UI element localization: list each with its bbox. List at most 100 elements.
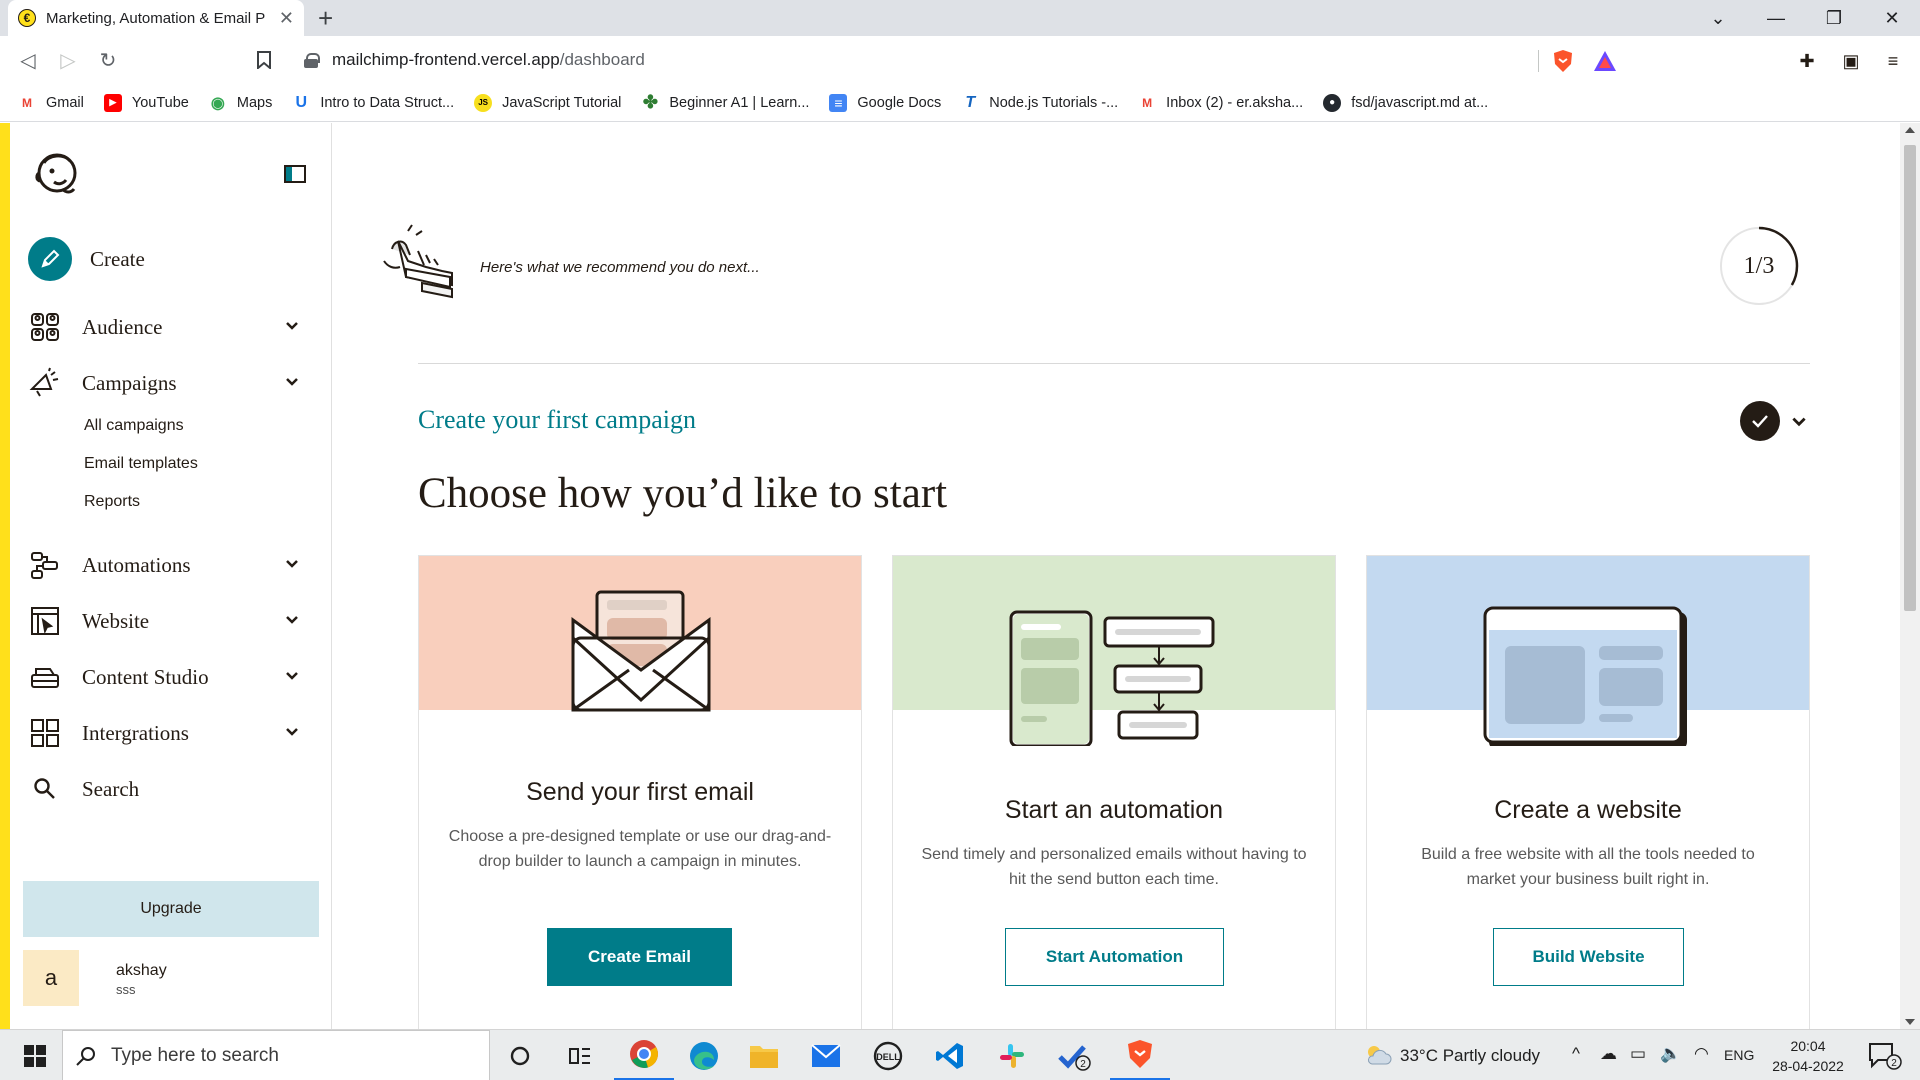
chevron-down-icon[interactable]	[284, 318, 300, 334]
browser-toolbar: ◁ ▷ ↻ mailchimp-frontend.vercel.app /das…	[0, 36, 1920, 84]
collapse-sidebar-icon[interactable]	[284, 165, 306, 183]
edge-taskbar-icon[interactable]	[674, 1030, 734, 1080]
restore-button[interactable]: ❐	[1806, 0, 1862, 36]
chevron-down-icon[interactable]	[1790, 413, 1808, 431]
scrollbar-thumb[interactable]	[1904, 145, 1916, 611]
sidebar-item-campaigns[interactable]: Campaigns	[28, 361, 318, 405]
gmail-icon: M	[1142, 95, 1153, 110]
bookmark-beginner[interactable]: ✤ Beginner A1 | Learn...	[641, 92, 810, 112]
brave-rewards-icon[interactable]	[1592, 48, 1618, 74]
bookmark-google-docs[interactable]: ≡ Google Docs	[829, 93, 941, 112]
bookmark-maps[interactable]: ◉ Maps	[209, 94, 272, 112]
url-path: /dashboard	[559, 50, 645, 69]
chevron-up-icon[interactable]: ^	[1572, 1044, 1580, 1064]
notification-count: 2	[1891, 1058, 1897, 1069]
chevron-down-icon[interactable]	[284, 724, 300, 740]
windows-taskbar: Type here to search DELL 2 33°C Partly c…	[0, 1029, 1920, 1080]
sidebar-item-search[interactable]: Search	[28, 767, 318, 811]
sidebar-sub-all-campaigns[interactable]: All campaigns	[84, 417, 184, 435]
search-icon	[28, 772, 62, 806]
forward-icon[interactable]: ▷	[52, 44, 84, 76]
udemy-icon: U	[295, 93, 308, 111]
sidebar-item-website[interactable]: Website	[28, 599, 318, 643]
avatar[interactable]: a	[23, 950, 79, 1006]
volume-icon[interactable]: 🔈	[1660, 1044, 1681, 1064]
windows-start-icon[interactable]	[10, 1030, 60, 1080]
youtube-icon: ▶	[103, 93, 122, 112]
start-automation-button[interactable]: Start Automation	[1005, 928, 1224, 986]
mail-icon[interactable]	[796, 1030, 856, 1080]
address-bar[interactable]: mailchimp-frontend.vercel.app /dashboard	[296, 44, 1582, 76]
card-description: Build a free website with all the tools …	[1421, 846, 1755, 888]
bookmark-js-tutorial[interactable]: JS JavaScript Tutorial	[474, 93, 621, 112]
create-email-button[interactable]: Create Email	[547, 928, 732, 986]
file-explorer-icon[interactable]	[734, 1030, 794, 1080]
taskbar-search-placeholder: Type here to search	[111, 1044, 279, 1066]
browser-tab[interactable]: € Marketing, Automation & Email P ✕	[8, 0, 304, 36]
scroll-up-icon[interactable]	[1905, 127, 1915, 133]
onedrive-icon[interactable]: ☁	[1600, 1044, 1617, 1064]
bookmark-icon[interactable]	[248, 44, 280, 76]
notifications-icon[interactable]: 2	[1868, 1042, 1902, 1070]
clock[interactable]: 20:04 28-04-2022	[1758, 1036, 1858, 1076]
chevron-down-icon[interactable]	[284, 612, 300, 628]
extensions-icon[interactable]: ✚	[1794, 48, 1820, 74]
minimize-button[interactable]: —	[1748, 0, 1804, 36]
todo-icon[interactable]: 2	[1044, 1030, 1104, 1080]
brave-shield-icon[interactable]	[1550, 48, 1576, 74]
taskbar-search-input[interactable]: Type here to search	[62, 1030, 490, 1080]
pencil-icon	[28, 237, 72, 281]
automation-flow-icon	[1009, 610, 1215, 746]
bookmark-nodejs[interactable]: T Node.js Tutorials -...	[961, 94, 1118, 112]
maps-icon: ◉	[210, 94, 225, 112]
close-window-button[interactable]: ✕	[1864, 0, 1920, 36]
sidebar-item-content-studio[interactable]: Content Studio	[28, 655, 318, 699]
new-tab-button[interactable]: +	[318, 2, 333, 34]
dell-icon[interactable]: DELL	[858, 1030, 918, 1080]
sidebar-item-create[interactable]: Create	[28, 237, 318, 281]
sidebar-item-label: Automations	[82, 552, 191, 577]
wallet-icon[interactable]: ▣	[1838, 48, 1864, 74]
bookmark-data-struct[interactable]: U Intro to Data Struct...	[292, 93, 455, 112]
sidebar-sub-reports[interactable]: Reports	[84, 493, 140, 511]
bookmark-inbox[interactable]: M Inbox (2) - er.aksha...	[1138, 94, 1303, 112]
sidebar-item-integrations[interactable]: Intergrations	[28, 711, 318, 755]
reload-icon[interactable]: ↻	[92, 44, 124, 76]
page-scrollbar[interactable]	[1900, 123, 1920, 1029]
website-layout-icon	[1483, 606, 1687, 746]
menu-icon[interactable]: ≡	[1880, 48, 1906, 74]
weather-text[interactable]: 33°C Partly cloudy	[1400, 1046, 1540, 1066]
chevron-down-icon[interactable]	[284, 374, 300, 390]
chevron-down-icon[interactable]	[284, 556, 300, 572]
task-view-icon[interactable]	[550, 1030, 610, 1080]
cortana-icon[interactable]	[490, 1030, 550, 1080]
slack-icon[interactable]	[982, 1030, 1042, 1080]
sidebar-item-automations[interactable]: Automations	[28, 543, 318, 587]
brave-taskbar-icon[interactable]	[1110, 1030, 1170, 1080]
tab-search-icon[interactable]: ⌄	[1690, 0, 1746, 36]
weather-icon[interactable]	[1364, 1042, 1392, 1073]
user-name[interactable]: akshay	[116, 962, 167, 980]
back-icon[interactable]: ◁	[12, 44, 44, 76]
bookmark-youtube[interactable]: ▶ YouTube	[103, 93, 189, 112]
language-indicator[interactable]: ENG	[1724, 1047, 1754, 1063]
sidebar-sub-email-templates[interactable]: Email templates	[84, 455, 198, 473]
wifi-icon[interactable]: ◠	[1694, 1044, 1709, 1064]
checkmark-icon[interactable]	[1740, 401, 1780, 441]
chrome-taskbar-icon[interactable]	[614, 1030, 674, 1080]
vscode-icon[interactable]	[920, 1030, 980, 1080]
mailchimp-logo-icon[interactable]	[32, 149, 82, 199]
upgrade-button[interactable]: Upgrade	[23, 881, 319, 937]
sidebar-item-audience[interactable]: Audience	[28, 305, 318, 349]
battery-icon[interactable]: ▭	[1630, 1044, 1646, 1064]
scroll-down-icon[interactable]	[1905, 1019, 1915, 1025]
chevron-down-icon[interactable]	[284, 668, 300, 684]
sidebar-item-label: Website	[82, 608, 150, 633]
close-tab-icon[interactable]: ✕	[279, 8, 294, 29]
bookmark-github[interactable]: ● fsd/javascript.md at...	[1323, 93, 1488, 112]
megaphone-icon	[28, 366, 62, 400]
bookmark-gmail[interactable]: M Gmail	[18, 94, 84, 112]
build-website-button[interactable]: Build Website	[1493, 928, 1684, 986]
section-title[interactable]: Create your first campaign	[418, 405, 696, 435]
brand-accent-bar	[0, 123, 10, 1029]
